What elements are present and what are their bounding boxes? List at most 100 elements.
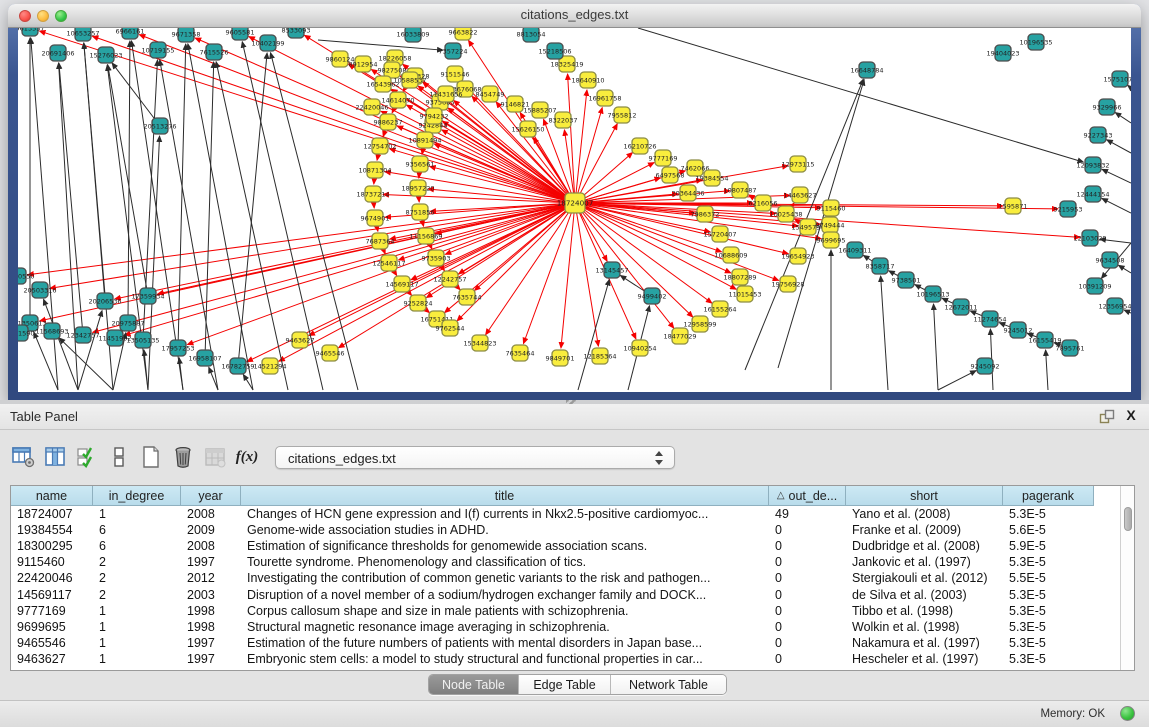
table-row[interactable]: 1938455462009Genome-wide association stu… (11, 522, 1120, 538)
table-options-icon[interactable] (8, 442, 38, 472)
table-cell[interactable]: 1997 (181, 554, 241, 570)
table-cell[interactable]: Franke et al. (2009) (846, 522, 1003, 538)
table-row[interactable]: 2242004622012Investigating the contribut… (11, 570, 1120, 586)
table-cell[interactable]: 6 (93, 522, 181, 538)
table-cell[interactable]: Stergiakouli et al. (2012) (846, 570, 1003, 586)
table-cell[interactable]: 1 (93, 651, 181, 667)
table-cell[interactable]: Yano et al. (2008) (846, 506, 1003, 522)
table-cell[interactable]: 5.3E-5 (1003, 635, 1094, 651)
tab-edge-table[interactable]: Edge Table (519, 675, 611, 694)
table-cell[interactable]: Investigating the contribution of common… (241, 570, 769, 586)
table-cell[interactable]: Jankovic et al. (1997) (846, 554, 1003, 570)
table-cell[interactable]: 2012 (181, 570, 241, 586)
table-cell[interactable]: 2008 (181, 538, 241, 554)
table-cell[interactable]: 1 (93, 506, 181, 522)
table-row[interactable]: 1872400712008Changes of HCN gene express… (11, 506, 1120, 522)
column-header-year[interactable]: year (181, 486, 241, 506)
table-cell[interactable]: 1 (93, 635, 181, 651)
table-cell[interactable]: 1998 (181, 603, 241, 619)
table-cell[interactable]: 2 (93, 554, 181, 570)
table-cell[interactable]: 6 (93, 538, 181, 554)
table-cell[interactable]: 5.5E-5 (1003, 570, 1094, 586)
column-header-pagerank[interactable]: pagerank (1003, 486, 1094, 506)
table-cell[interactable]: 0 (769, 603, 846, 619)
table-cell[interactable]: 2008 (181, 506, 241, 522)
vertical-scrollbar[interactable] (1120, 486, 1134, 670)
tab-network-table[interactable]: Network Table (611, 675, 726, 694)
table-row[interactable]: 946554611997Estimation of the future num… (11, 635, 1120, 651)
table-cell[interactable]: 0 (769, 522, 846, 538)
table-cell[interactable]: 1997 (181, 635, 241, 651)
table-cell[interactable]: Changes of HCN gene expression and I(f) … (241, 506, 769, 522)
table-cell[interactable]: 5.3E-5 (1003, 651, 1094, 667)
tab-node-table[interactable]: Node Table (429, 675, 519, 694)
table-cell[interactable]: 2 (93, 586, 181, 602)
table-cell[interactable]: Genome-wide association studies in ADHD. (241, 522, 769, 538)
table-cell[interactable]: 5.3E-5 (1003, 603, 1094, 619)
table-cell[interactable]: 22420046 (11, 570, 93, 586)
table-cell[interactable]: 9777169 (11, 603, 93, 619)
table-cell[interactable]: 0 (769, 651, 846, 667)
table-cell[interactable]: 1997 (181, 651, 241, 667)
table-cell[interactable]: 0 (769, 635, 846, 651)
column-header-short[interactable]: short (846, 486, 1003, 506)
table-cell[interactable]: 49 (769, 506, 846, 522)
column-header-out_de[interactable]: △out_de... (769, 486, 846, 506)
scrollbar-thumb[interactable] (1124, 507, 1132, 531)
table-row[interactable]: 1456911722003Disruption of a novel membe… (11, 586, 1120, 602)
table-cell[interactable]: 19384554 (11, 522, 93, 538)
table-cell[interactable]: 5.3E-5 (1003, 506, 1094, 522)
table-cell[interactable]: Wolkin et al. (1998) (846, 619, 1003, 635)
table-cell[interactable]: de Silva et al. (2003) (846, 586, 1003, 602)
table-cell[interactable]: Dudbridge et al. (2008) (846, 538, 1003, 554)
table-cell[interactable]: 1998 (181, 619, 241, 635)
table-cell[interactable]: Embryonic stem cells: a model to study s… (241, 651, 769, 667)
table-cell[interactable]: 9699695 (11, 619, 93, 635)
table-cell[interactable]: Hescheler et al. (1997) (846, 651, 1003, 667)
import-table-icon[interactable] (200, 442, 230, 472)
table-cell[interactable]: Corpus callosum shape and size in male p… (241, 603, 769, 619)
select-all-rows-icon[interactable] (72, 442, 102, 472)
table-cell[interactable]: 0 (769, 554, 846, 570)
table-cell[interactable]: Tourette syndrome. Phenomenology and cla… (241, 554, 769, 570)
table-row[interactable]: 969969511998Structural magnetic resonanc… (11, 619, 1120, 635)
table-cell[interactable]: 5.6E-5 (1003, 522, 1094, 538)
table-row[interactable]: 1830029562008Estimation of significance … (11, 538, 1120, 554)
delete-table-icon[interactable] (168, 442, 198, 472)
table-cell[interactable]: Nakamura et al. (1997) (846, 635, 1003, 651)
row-height-icon[interactable] (104, 442, 134, 472)
table-cell[interactable]: 18724007 (11, 506, 93, 522)
table-cell[interactable]: 9465546 (11, 635, 93, 651)
table-cell[interactable]: 0 (769, 586, 846, 602)
close-panel-icon[interactable]: X (1123, 407, 1139, 425)
table-cell[interactable]: 0 (769, 619, 846, 635)
table-row[interactable]: 946362711997Embryonic stem cells: a mode… (11, 651, 1120, 667)
table-cell[interactable]: 1 (93, 603, 181, 619)
window-titlebar[interactable]: citations_edges.txt (8, 4, 1141, 28)
table-cell[interactable]: 5.9E-5 (1003, 538, 1094, 554)
select-columns-icon[interactable] (40, 442, 70, 472)
table-cell[interactable]: 2 (93, 570, 181, 586)
table-cell[interactable]: Tibbo et al. (1998) (846, 603, 1003, 619)
table-cell[interactable]: 14569117 (11, 586, 93, 602)
network-canvas[interactable]: 1621072697771696497568746206619384554203… (18, 28, 1131, 392)
table-cell[interactable]: 0 (769, 570, 846, 586)
table-cell[interactable]: Estimation of the future numbers of pati… (241, 635, 769, 651)
table-cell[interactable]: Estimation of significance thresholds fo… (241, 538, 769, 554)
table-cell[interactable]: 5.3E-5 (1003, 619, 1094, 635)
create-table-icon[interactable] (136, 442, 166, 472)
table-cell[interactable]: 2009 (181, 522, 241, 538)
table-row[interactable]: 911546021997Tourette syndrome. Phenomeno… (11, 554, 1120, 570)
table-cell[interactable]: 0 (769, 538, 846, 554)
float-panel-icon[interactable] (1099, 409, 1115, 425)
table-cell[interactable]: 5.3E-5 (1003, 586, 1094, 602)
table-cell[interactable]: 1 (93, 619, 181, 635)
table-cell[interactable]: 9463627 (11, 651, 93, 667)
table-cell[interactable]: 18300295 (11, 538, 93, 554)
table-cell[interactable]: Structural magnetic resonance image aver… (241, 619, 769, 635)
column-header-name[interactable]: name (11, 486, 93, 506)
table-row[interactable]: 977716911998Corpus callosum shape and si… (11, 603, 1120, 619)
column-header-in_degree[interactable]: in_degree (93, 486, 181, 506)
column-header-title[interactable]: title (241, 486, 769, 506)
table-selector-dropdown[interactable]: citations_edges.txt (275, 446, 675, 469)
